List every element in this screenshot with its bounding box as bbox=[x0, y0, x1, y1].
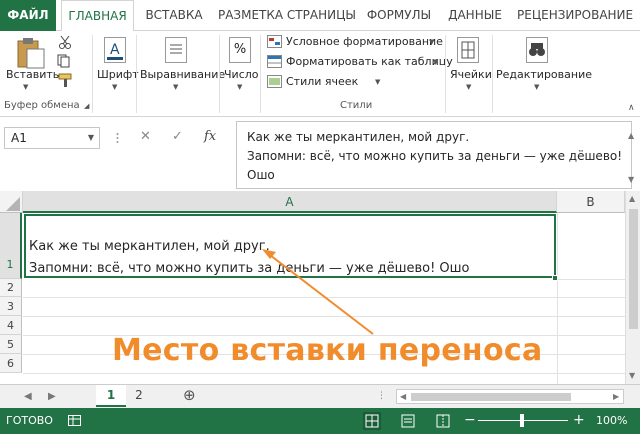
hscroll-right-icon[interactable]: ▶ bbox=[613, 392, 619, 401]
page-break-view-icon[interactable] bbox=[436, 414, 450, 428]
zoom-slider-thumb[interactable] bbox=[520, 414, 524, 427]
annotation-arrow bbox=[262, 249, 374, 335]
sheet-tab-1[interactable]: 1 bbox=[96, 385, 126, 407]
zoom-out-icon[interactable]: − bbox=[464, 412, 476, 428]
sheet-tab-2[interactable]: 2 bbox=[128, 385, 150, 407]
sheet-tabs-bar: ◀ ▶ 1 2 ⊕ ⋮ ◀ ▶ bbox=[0, 384, 640, 408]
zoom-in-icon[interactable]: + bbox=[573, 412, 585, 428]
sheet-next-icon[interactable]: ▶ bbox=[48, 391, 56, 402]
macro-record-icon[interactable] bbox=[68, 415, 82, 427]
sheet-prev-icon[interactable]: ◀ bbox=[24, 391, 32, 402]
normal-view-icon[interactable] bbox=[363, 412, 381, 430]
hscroll-thumb[interactable] bbox=[411, 393, 571, 401]
status-bar: ГОТОВО − + 100% bbox=[0, 408, 640, 434]
hscroll-left-icon[interactable]: ◀ bbox=[400, 392, 406, 401]
hscroll-split-icon[interactable]: ⋮ bbox=[377, 391, 386, 401]
add-sheet-icon[interactable]: ⊕ bbox=[183, 386, 196, 404]
annotation-label: Место вставки переноса bbox=[112, 333, 543, 368]
page-layout-view-icon[interactable] bbox=[401, 414, 415, 428]
status-ready: ГОТОВО bbox=[6, 414, 53, 427]
horizontal-scrollbar[interactable]: ◀ ▶ bbox=[396, 389, 624, 404]
zoom-level[interactable]: 100% bbox=[596, 414, 627, 427]
